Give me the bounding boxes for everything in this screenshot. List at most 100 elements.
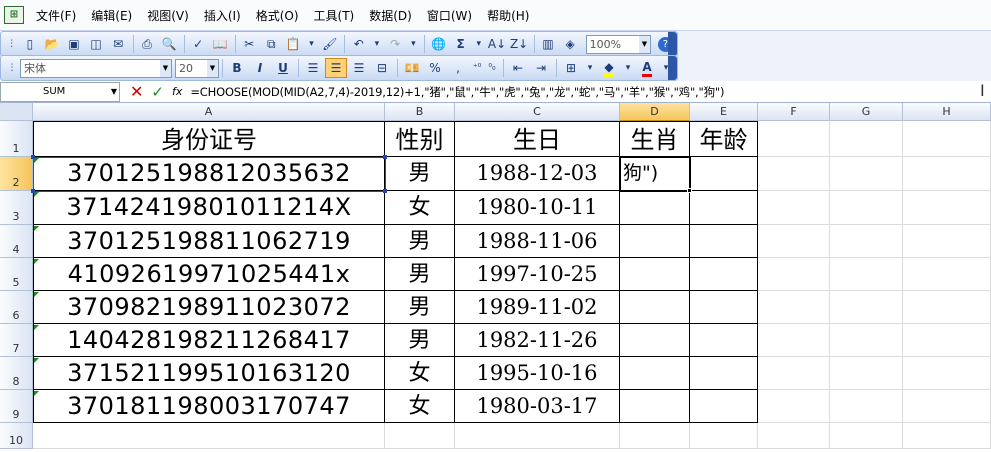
age-cell[interactable] — [690, 191, 758, 225]
age-cell[interactable] — [690, 225, 758, 258]
birthday-cell[interactable]: 1988-12-03 — [455, 157, 620, 191]
row-header-10[interactable]: 10 — [0, 423, 33, 449]
zodiac-cell[interactable] — [620, 291, 690, 324]
select-all-corner[interactable] — [0, 103, 33, 121]
grid-cell[interactable] — [33, 423, 385, 449]
format-painter-icon[interactable]: 🖌 — [319, 34, 340, 54]
increase-decimal-icon[interactable]: ⁺⁰ — [470, 58, 484, 78]
range-handle-icon[interactable] — [383, 189, 387, 193]
column-header-g[interactable]: G — [830, 103, 903, 121]
menu-item[interactable]: 格式(O) — [250, 7, 308, 24]
column-header-b[interactable]: B — [385, 103, 455, 121]
birthday-cell[interactable]: 1980-10-11 — [455, 191, 620, 225]
print-icon[interactable]: ⎙ — [137, 34, 158, 54]
fill-handle-icon[interactable] — [687, 188, 692, 193]
row-header-3[interactable]: 3 — [0, 191, 33, 225]
new-icon[interactable]: ▯ — [19, 34, 40, 54]
enter-icon[interactable]: ✓ — [151, 83, 164, 101]
grid-cell[interactable] — [690, 423, 758, 449]
grid-cell[interactable] — [903, 291, 991, 324]
column-header-h[interactable]: H — [903, 103, 991, 121]
grid-cell[interactable] — [903, 390, 991, 423]
toolbar-options-icon[interactable] — [668, 32, 677, 56]
hyperlink-icon[interactable]: 🌐 — [428, 34, 449, 54]
merge-center-icon[interactable]: ⊟ — [371, 58, 393, 78]
grid-cell[interactable] — [758, 225, 830, 258]
menu-item[interactable]: 文件(F) — [30, 7, 85, 24]
id-cell[interactable]: 370181198003170747 — [33, 390, 385, 423]
header-cell-birthday[interactable]: 生日 — [455, 121, 620, 157]
cancel-icon[interactable]: ✕ — [130, 82, 143, 101]
borders-dropdown-icon[interactable]: ▾ — [583, 58, 597, 78]
align-right-icon[interactable]: ☰ — [348, 58, 370, 78]
gender-cell[interactable]: 男 — [385, 258, 455, 291]
age-cell[interactable] — [690, 390, 758, 423]
grid-cell[interactable] — [903, 357, 991, 390]
column-header-d[interactable]: D — [620, 103, 690, 121]
decrease-indent-icon[interactable]: ⇤ — [507, 58, 529, 78]
grid-cell[interactable] — [903, 324, 991, 357]
row-header-4[interactable]: 4 — [0, 225, 33, 258]
grid-cell[interactable] — [903, 157, 991, 191]
grid-cell[interactable] — [903, 423, 991, 449]
zodiac-cell[interactable] — [620, 258, 690, 291]
age-cell[interactable] — [690, 157, 758, 191]
birthday-cell[interactable]: 1982-11-26 — [455, 324, 620, 357]
grid-cell[interactable] — [830, 157, 903, 191]
paste-dropdown-icon[interactable]: ▾ — [305, 34, 318, 54]
age-cell[interactable] — [690, 357, 758, 390]
range-handle-icon[interactable] — [31, 155, 35, 159]
age-cell[interactable] — [690, 258, 758, 291]
undo-dropdown-icon[interactable]: ▾ — [370, 34, 383, 54]
grid-cell[interactable] — [758, 324, 830, 357]
menu-item[interactable]: 视图(V) — [141, 7, 198, 24]
comma-button[interactable]: , — [447, 58, 469, 78]
chevron-down-icon[interactable]: ▼ — [207, 59, 218, 77]
birthday-cell[interactable]: 1988-11-06 — [455, 225, 620, 258]
birthday-cell[interactable]: 1997-10-25 — [455, 258, 620, 291]
gender-cell[interactable]: 男 — [385, 225, 455, 258]
range-handle-icon[interactable] — [31, 189, 35, 193]
grid-cell[interactable] — [758, 291, 830, 324]
borders-icon[interactable]: ⊞ — [560, 58, 582, 78]
increase-indent-icon[interactable]: ⇥ — [530, 58, 552, 78]
grid-cell[interactable] — [758, 157, 830, 191]
italic-button[interactable]: I — [249, 58, 271, 78]
permission-icon[interactable]: ◫ — [86, 34, 107, 54]
grid-cell[interactable] — [903, 191, 991, 225]
column-header-f[interactable]: F — [758, 103, 830, 121]
save-icon[interactable]: ▣ — [63, 34, 84, 54]
menu-item[interactable]: 工具(T) — [308, 7, 364, 24]
birthday-cell[interactable]: 1980-03-17 — [455, 390, 620, 423]
font-name-select[interactable]: 宋体 ▼ — [20, 58, 172, 78]
drawing-icon[interactable]: ◈ — [560, 34, 581, 54]
toolbar-grip-icon[interactable]: ⋮ — [5, 34, 18, 54]
grid-cell[interactable] — [830, 225, 903, 258]
toolbar-options-icon[interactable] — [668, 56, 677, 80]
toolbar-grip-icon[interactable]: ⋮ — [5, 58, 19, 78]
undo-icon[interactable]: ↶ — [348, 34, 369, 54]
grid-cell[interactable] — [758, 423, 830, 449]
birthday-cell[interactable]: 1995-10-16 — [455, 357, 620, 390]
row-header-9[interactable]: 9 — [0, 390, 33, 423]
gender-cell[interactable]: 女 — [385, 390, 455, 423]
age-cell[interactable] — [690, 291, 758, 324]
chevron-down-icon[interactable]: ▼ — [111, 83, 117, 101]
zoom-select[interactable]: 100% ▼ — [585, 34, 651, 54]
gender-cell[interactable]: 男 — [385, 157, 455, 191]
menu-item[interactable]: 窗口(W) — [421, 7, 481, 24]
fill-color-dropdown-icon[interactable]: ▾ — [621, 58, 635, 78]
font-color-icon[interactable]: A — [636, 58, 658, 78]
fill-color-icon[interactable]: ◆ — [598, 58, 620, 78]
header-cell-zodiac[interactable]: 生肖 — [620, 121, 690, 157]
gender-cell[interactable]: 女 — [385, 191, 455, 225]
zodiac-cell[interactable] — [620, 324, 690, 357]
grid-cell[interactable] — [830, 324, 903, 357]
redo-icon[interactable]: ↷ — [385, 34, 406, 54]
grid-cell[interactable] — [830, 258, 903, 291]
zodiac-cell[interactable] — [620, 191, 690, 225]
grid-cell[interactable] — [903, 258, 991, 291]
excel-app-icon[interactable]: ⊞ — [4, 6, 24, 24]
copy-icon[interactable]: ⧉ — [261, 34, 282, 54]
grid-cell[interactable] — [758, 121, 830, 157]
